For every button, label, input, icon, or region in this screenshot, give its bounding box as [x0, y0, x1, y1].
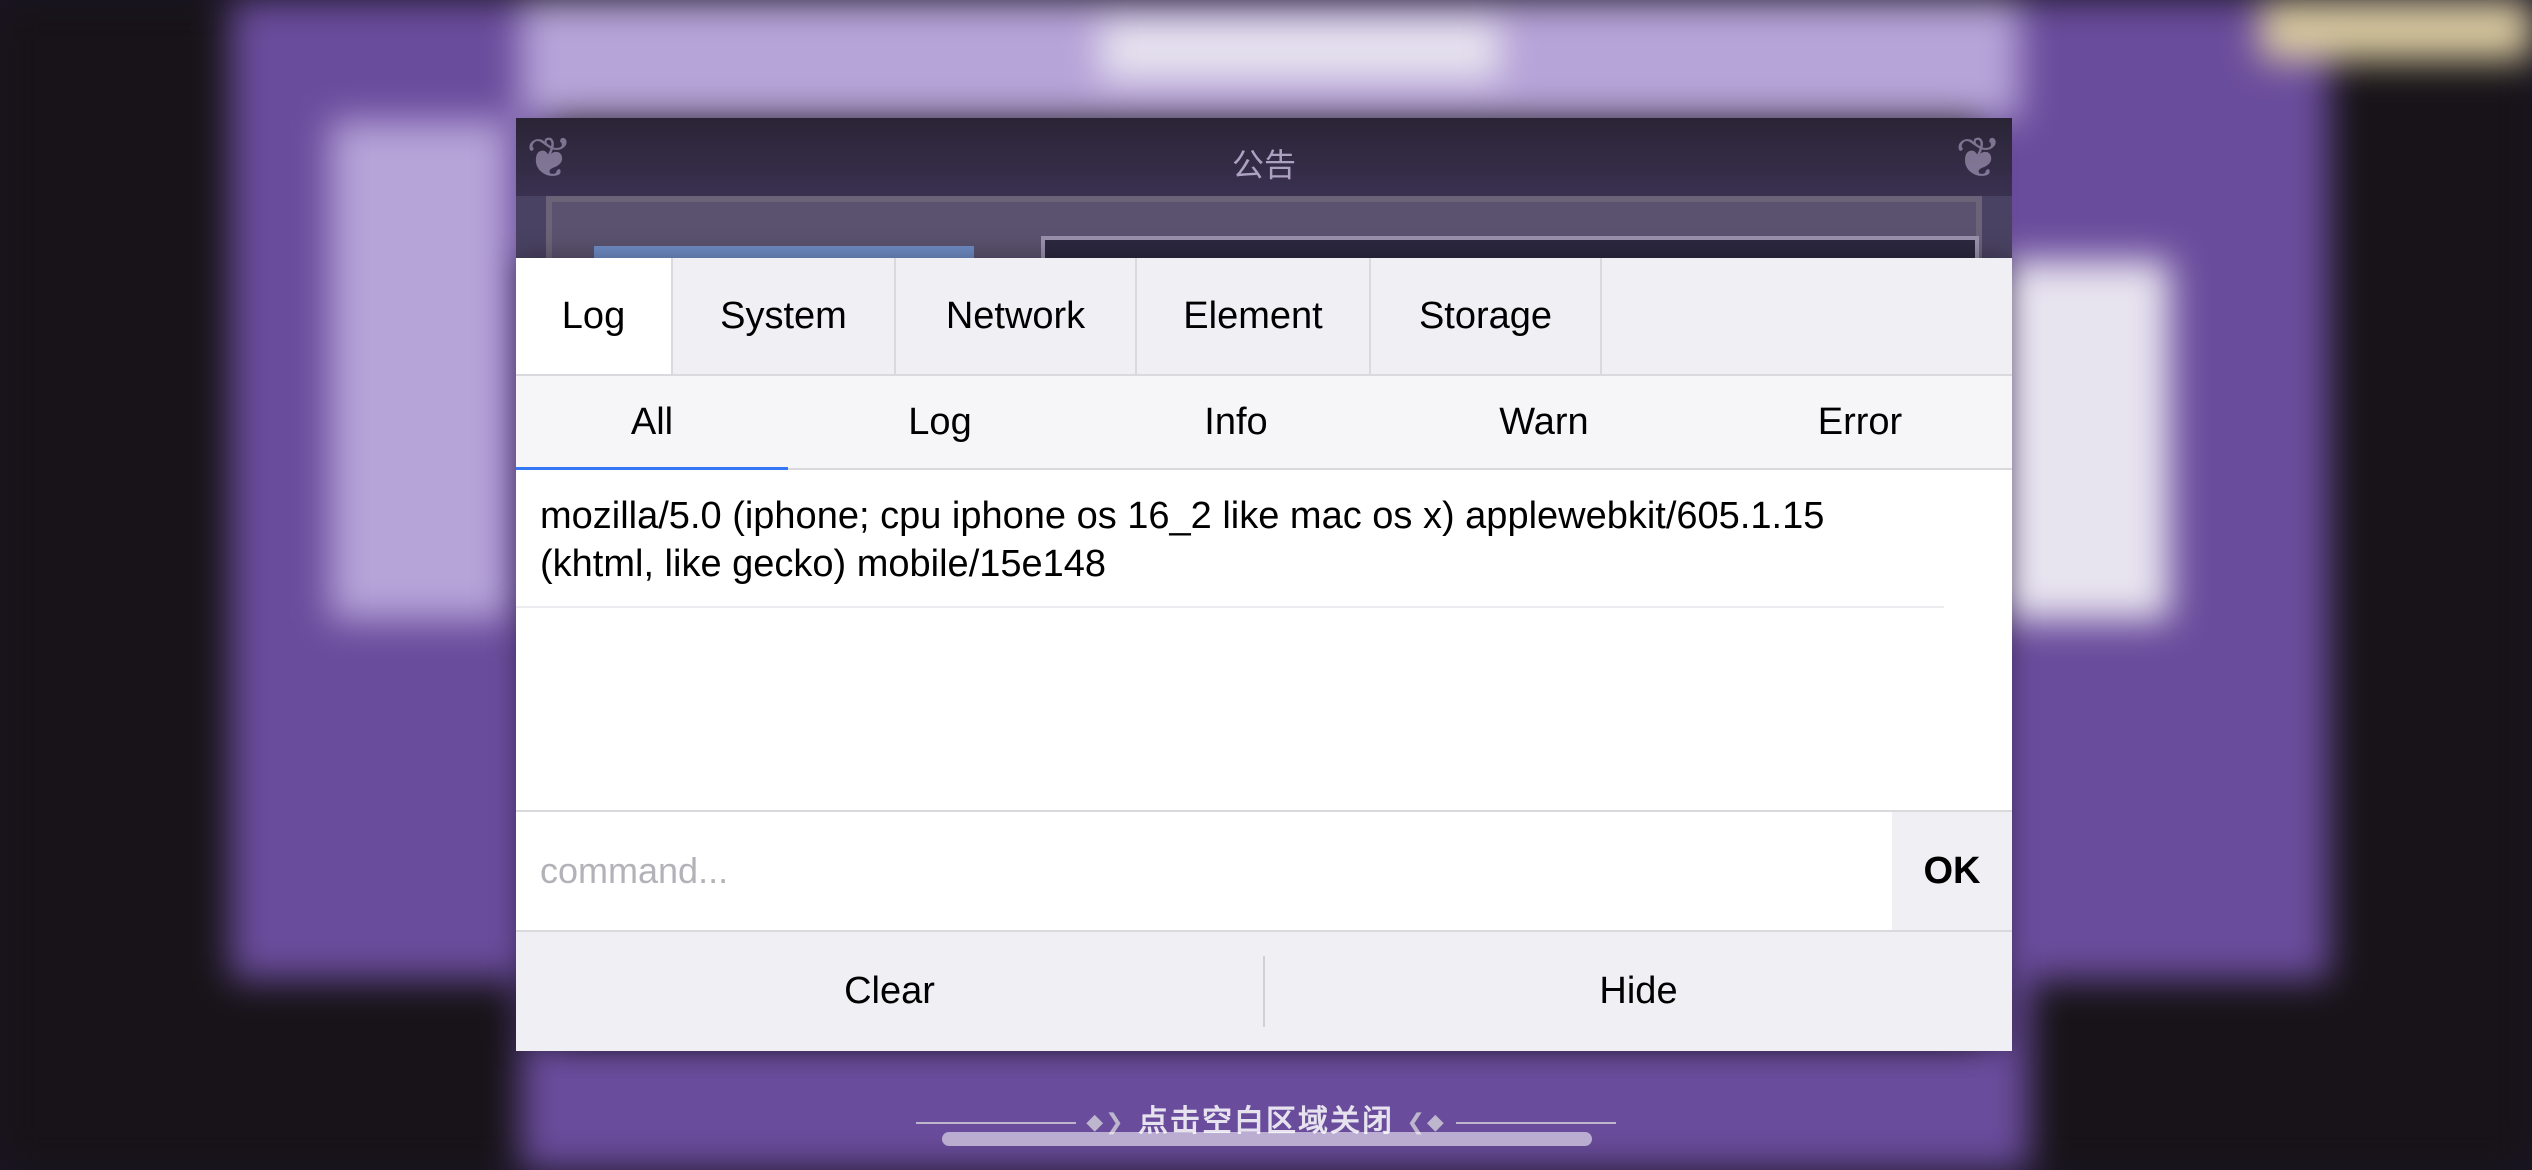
notice-title: 公告: [1231, 146, 1296, 184]
ok-button[interactable]: OK: [1892, 812, 2012, 930]
notice-content-right: [1041, 236, 1979, 258]
command-input[interactable]: [516, 812, 1892, 930]
log-entry[interactable]: mozilla/5.0 (iphone; cpu iphone os 16_2 …: [516, 470, 1944, 608]
hide-button[interactable]: Hide: [1265, 932, 2012, 1051]
command-row: OK: [516, 810, 2012, 930]
filter-info[interactable]: Info: [1092, 376, 1380, 468]
filter-all[interactable]: All: [516, 376, 788, 470]
hint-line-left: [916, 1121, 1077, 1124]
tab-log[interactable]: Log: [516, 258, 673, 374]
console-footer: Clear Hide: [516, 930, 2012, 1051]
filter-error[interactable]: Error: [1708, 376, 2012, 468]
notice-tab-left: [594, 246, 974, 258]
tab-system[interactable]: System: [673, 258, 896, 374]
screen: ❦ ❦ 公告 Log System Network Element Storag…: [0, 0, 2532, 1170]
filter-warn[interactable]: Warn: [1380, 376, 1708, 468]
tab-network[interactable]: Network: [896, 258, 1137, 374]
game-notice-panel: ❦ ❦ 公告: [516, 118, 2012, 258]
home-indicator[interactable]: [942, 1132, 1592, 1146]
hint-line-right: [1455, 1121, 1616, 1124]
log-list[interactable]: mozilla/5.0 (iphone; cpu iphone os 16_2 …: [516, 470, 2012, 810]
debug-console-panel: Log System Network Element Storage All L…: [516, 258, 2012, 1051]
log-filter-bar: All Log Info Warn Error: [516, 376, 2012, 470]
tab-storage[interactable]: Storage: [1371, 258, 1602, 374]
filter-log[interactable]: Log: [788, 376, 1092, 468]
tab-element[interactable]: Element: [1137, 258, 1371, 374]
console-tab-bar: Log System Network Element Storage: [516, 258, 2012, 376]
clear-button[interactable]: Clear: [516, 932, 1263, 1051]
